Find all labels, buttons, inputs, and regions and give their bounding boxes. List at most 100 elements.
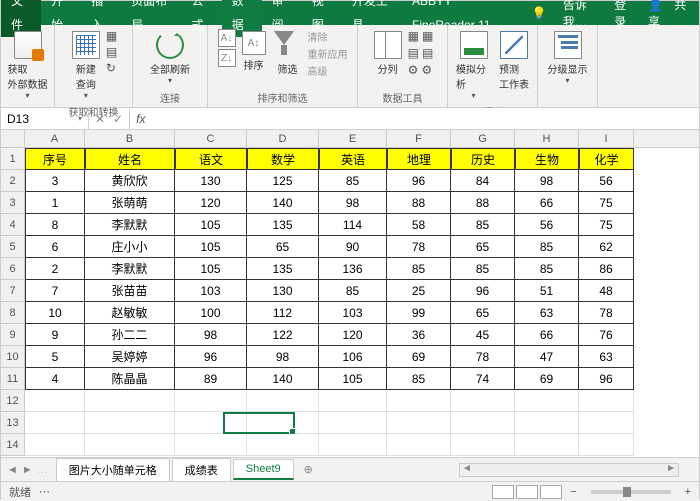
cell[interactable]: 地理 — [387, 148, 451, 170]
cell[interactable]: 56 — [579, 170, 634, 192]
cell[interactable]: 吴婷婷 — [85, 346, 175, 368]
cell[interactable]: 96 — [579, 368, 634, 390]
cell[interactable]: 130 — [247, 280, 319, 302]
cell[interactable] — [247, 412, 319, 434]
cell[interactable]: 114 — [319, 214, 387, 236]
row-header[interactable]: 14 — [1, 434, 25, 456]
cell[interactable]: 98 — [247, 346, 319, 368]
cell[interactable]: 85 — [387, 368, 451, 390]
cell[interactable] — [451, 412, 515, 434]
cell[interactable]: 85 — [515, 258, 579, 280]
cell[interactable]: 78 — [451, 346, 515, 368]
cell[interactable] — [387, 434, 451, 456]
sheet-tab[interactable]: 图片大小随单元格 — [56, 458, 170, 481]
cell[interactable] — [85, 412, 175, 434]
cell[interactable]: 化学 — [579, 148, 634, 170]
row-header[interactable]: 10 — [1, 346, 25, 368]
cell[interactable]: 75 — [579, 192, 634, 214]
cell[interactable]: 语文 — [175, 148, 247, 170]
cell[interactable]: 103 — [175, 280, 247, 302]
cell[interactable]: 7 — [25, 280, 85, 302]
tab-nav-next[interactable]: ► — [22, 464, 33, 476]
row-header[interactable]: 8 — [1, 302, 25, 324]
cell[interactable] — [319, 434, 387, 456]
cell[interactable]: 105 — [175, 214, 247, 236]
cell[interactable]: 140 — [247, 192, 319, 214]
cell[interactable] — [387, 390, 451, 412]
row-header[interactable]: 7 — [1, 280, 25, 302]
cell[interactable]: 10 — [25, 302, 85, 324]
cell[interactable] — [175, 390, 247, 412]
cell[interactable]: 85 — [387, 258, 451, 280]
cell[interactable]: 66 — [515, 324, 579, 346]
row-header[interactable]: 11 — [1, 368, 25, 390]
cell[interactable]: 99 — [387, 302, 451, 324]
cell[interactable]: 96 — [175, 346, 247, 368]
normal-view-button[interactable] — [492, 485, 514, 499]
cell[interactable]: 103 — [319, 302, 387, 324]
cell[interactable]: 130 — [175, 170, 247, 192]
row-header[interactable]: 6 — [1, 258, 25, 280]
column-header[interactable]: H — [515, 130, 579, 147]
cell[interactable]: 1 — [25, 192, 85, 214]
cell[interactable]: 140 — [247, 368, 319, 390]
cell[interactable]: 庄小小 — [85, 236, 175, 258]
column-header[interactable]: C — [175, 130, 247, 147]
cell[interactable]: 9 — [25, 324, 85, 346]
tab-nav-prev[interactable]: ◄ — [7, 464, 18, 476]
row-header[interactable]: 9 — [1, 324, 25, 346]
column-header[interactable]: I — [579, 130, 634, 147]
cell[interactable]: 85 — [319, 170, 387, 192]
refresh-all-button[interactable]: 全部刷新 ▾ — [148, 29, 192, 87]
whatif-button[interactable]: 模拟分析 ▾ — [454, 29, 493, 102]
login-button[interactable]: 登录 — [606, 0, 640, 30]
show-queries-icon[interactable]: ▦ — [106, 29, 117, 43]
cell[interactable] — [451, 390, 515, 412]
cell[interactable]: 45 — [451, 324, 515, 346]
cell[interactable]: 96 — [451, 280, 515, 302]
cell[interactable] — [175, 434, 247, 456]
cancel-icon[interactable]: ✕ — [95, 112, 105, 126]
cell[interactable] — [579, 412, 634, 434]
page-layout-view-button[interactable] — [516, 485, 538, 499]
cell[interactable] — [25, 412, 85, 434]
cell[interactable]: 历史 — [451, 148, 515, 170]
zoom-in-button[interactable]: + — [685, 486, 691, 498]
row-header[interactable]: 12 — [1, 390, 25, 412]
cell[interactable]: 120 — [319, 324, 387, 346]
cell[interactable]: 4 — [25, 368, 85, 390]
cell[interactable]: 序号 — [25, 148, 85, 170]
cell[interactable] — [515, 412, 579, 434]
row-header[interactable]: 4 — [1, 214, 25, 236]
cell[interactable]: 106 — [319, 346, 387, 368]
zoom-out-button[interactable]: − — [570, 486, 576, 498]
cell[interactable]: 63 — [515, 302, 579, 324]
add-sheet-button[interactable]: ⊕ — [294, 463, 323, 476]
sheet-tab[interactable]: 成绩表 — [172, 458, 231, 481]
cell[interactable]: 李默默 — [85, 258, 175, 280]
cell[interactable] — [25, 434, 85, 456]
cell[interactable]: 98 — [175, 324, 247, 346]
cell[interactable]: 62 — [579, 236, 634, 258]
horizontal-scrollbar[interactable] — [459, 463, 679, 477]
column-header[interactable]: B — [85, 130, 175, 147]
cell[interactable]: 56 — [515, 214, 579, 236]
cell[interactable]: 66 — [515, 192, 579, 214]
cell[interactable]: 69 — [515, 368, 579, 390]
cell[interactable] — [515, 434, 579, 456]
text-to-columns-button[interactable]: 分列 — [372, 29, 404, 78]
outline-button[interactable]: 分级显示 ▾ — [546, 29, 590, 87]
validation-icon[interactable]: ▤ — [408, 46, 419, 60]
cell[interactable]: 36 — [387, 324, 451, 346]
cell[interactable]: 125 — [247, 170, 319, 192]
cell[interactable] — [175, 412, 247, 434]
get-external-data-button[interactable]: 获取 外部数据 ▾ — [6, 29, 50, 102]
cell[interactable] — [85, 390, 175, 412]
cell[interactable]: 黄欣欣 — [85, 170, 175, 192]
cell[interactable]: 李默默 — [85, 214, 175, 236]
cell[interactable]: 88 — [451, 192, 515, 214]
cell[interactable]: 120 — [175, 192, 247, 214]
cell[interactable]: 112 — [247, 302, 319, 324]
zoom-slider[interactable] — [591, 490, 671, 494]
cell[interactable]: 赵敏敏 — [85, 302, 175, 324]
